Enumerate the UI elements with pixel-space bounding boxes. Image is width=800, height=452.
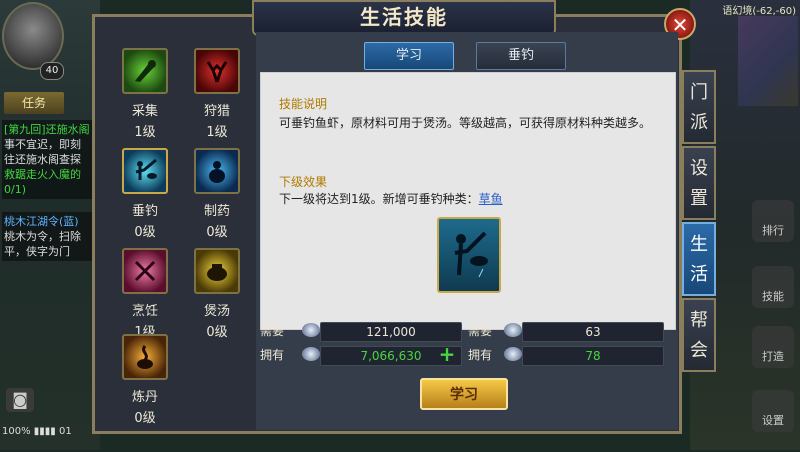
skill-name: 采集 — [131, 104, 158, 119]
silver-icon — [302, 323, 320, 337]
quest-log[interactable]: [第九回]还施水阁 事不宜迟，即刻 往还施水阁查探 救踞走火入魔的 0/1) — [2, 120, 102, 199]
skill-button[interactable]: 技能 — [752, 266, 794, 308]
gourd-icon — [194, 148, 240, 194]
silver-icon — [302, 347, 320, 361]
skill-gathering[interactable]: 采集 1级 — [110, 48, 180, 144]
next-level-desc: 下一级将达到1级。新增可垂钓种类： — [279, 192, 479, 206]
own-label: 拥有 — [468, 348, 493, 362]
skill-alchemy[interactable]: 炼丹 0级 — [110, 334, 180, 430]
quest2-line-2: 桃木为令，扫除 — [4, 230, 81, 243]
skill-name: 狩猎 — [203, 104, 230, 119]
player-avatar[interactable] — [2, 2, 64, 70]
skill-cooking[interactable]: 烹饪 1级 — [110, 248, 180, 344]
quest2-line-1: 桃木江湖令(蓝) — [4, 215, 79, 228]
points-icon — [504, 347, 522, 361]
tab-settings-label: 设置 — [690, 158, 708, 209]
own-points-value: 78 — [522, 346, 664, 366]
need-points-value: 63 — [522, 322, 664, 342]
skill-name: 炼丹 — [131, 390, 158, 405]
map-coordinates: 语幻境(-62,-60) — [722, 6, 796, 17]
furnace-icon — [122, 334, 168, 380]
utensils-icon — [122, 248, 168, 294]
tab-life[interactable]: 生活 — [682, 222, 716, 296]
tab-guild[interactable]: 帮会 — [682, 298, 716, 372]
quest2-line-3: 平，侠字为门 — [4, 245, 70, 258]
description-text: 可垂钓鱼虾，原材料可用于煲汤。等级越高，可获得原材料种类越多。 — [279, 116, 652, 130]
tab-life-label: 生活 — [690, 234, 708, 285]
description-box: 技能说明 可垂钓鱼虾，原材料可用于煲汤。等级越高，可获得原材料种类越多。 下级效… — [260, 72, 676, 330]
learn-button[interactable]: 学习 — [420, 378, 508, 410]
panel-title: 生活技能 — [252, 0, 556, 36]
skill-detail: 学习 垂钓 技能说明 可垂钓鱼虾，原材料可用于煲汤。等级越高，可获得原材料种类越… — [256, 32, 678, 430]
need-points-row: 需要 63 — [468, 322, 664, 342]
skill-name: 烹饪 — [131, 304, 158, 319]
skill-fishing[interactable]: 垂钓 0级 — [110, 148, 180, 244]
quest-log-2[interactable]: 桃木江湖令(蓝) 桃木为令，扫除 平，侠字为门 — [2, 212, 102, 261]
quest-line-3: 往还施水阁查探 — [4, 153, 81, 166]
pot-icon — [194, 248, 240, 294]
points-icon — [504, 323, 522, 337]
skill-level: 0级 — [134, 411, 156, 426]
skill-level: 1级 — [206, 125, 228, 140]
skill-level: 0级 — [206, 225, 228, 240]
own-points-row: 拥有 78 — [468, 346, 664, 366]
need-label: 需要 — [260, 324, 285, 338]
forge-button[interactable]: 打造 — [752, 326, 794, 368]
skill-soup[interactable]: 煲汤 0级 — [182, 248, 252, 344]
tab-guild-label: 帮会 — [690, 310, 708, 361]
camera-icon[interactable]: ◙ — [6, 388, 34, 412]
fishing-icon — [122, 148, 168, 194]
tab-fishing[interactable]: 垂钓 — [476, 42, 566, 70]
skill-hunting[interactable]: 狩猎 1级 — [182, 48, 252, 144]
tab-learn[interactable]: 学习 — [364, 42, 454, 70]
player-level: 40 — [40, 62, 64, 80]
deer-icon — [194, 48, 240, 94]
skill-medicine[interactable]: 制药 0级 — [182, 148, 252, 244]
quest-line-1: [第九回]还施水阁 — [4, 123, 90, 136]
skill-name: 制药 — [203, 204, 230, 219]
description-title: 技能说明 — [279, 97, 328, 111]
quest-tab[interactable]: 任务 — [4, 92, 64, 114]
tab-settings[interactable]: 设置 — [682, 146, 716, 220]
skill-level: 0级 — [206, 325, 228, 340]
skill-name: 煲汤 — [203, 304, 230, 319]
settings-button[interactable]: 设置 — [752, 390, 794, 432]
need-label: 需要 — [468, 324, 493, 338]
fish-link[interactable]: 草鱼 — [479, 192, 503, 206]
skill-level: 1级 — [134, 125, 156, 140]
next-level-text: 下一级将达到1级。新增可垂钓种类：草鱼 — [279, 189, 659, 209]
quest-line-4: 救踞走火入魔的 — [4, 168, 81, 181]
skill-name: 垂钓 — [131, 204, 158, 219]
leaf-icon — [122, 48, 168, 94]
minimap[interactable] — [738, 16, 798, 106]
battery-status: 100% ▮▮▮▮ 01 — [2, 426, 72, 437]
tab-sect[interactable]: 门派 — [682, 70, 716, 144]
need-silver-value: 121,000 — [320, 322, 462, 342]
quest-line-5: 0/1) — [4, 183, 26, 196]
next-level-title: 下级效果 — [279, 175, 328, 189]
rank-button[interactable]: 排行 — [752, 200, 794, 242]
tab-sect-label: 门派 — [690, 82, 708, 133]
own-silver-row: 拥有 7,066,630 — [260, 346, 462, 366]
fishing-preview-icon — [437, 217, 501, 293]
need-silver-row: 需要 121,000 — [260, 322, 462, 342]
skills-grid: 采集 1级 狩猎 1级 垂钓 0级 制药 0级 烹饪 1级 煲汤 0级 炼丹 0… — [102, 38, 252, 430]
skill-level: 0级 — [134, 225, 156, 240]
quest-line-2: 事不宜迟，即刻 — [4, 138, 81, 151]
add-silver-icon[interactable]: + — [438, 344, 456, 364]
own-label: 拥有 — [260, 348, 285, 362]
